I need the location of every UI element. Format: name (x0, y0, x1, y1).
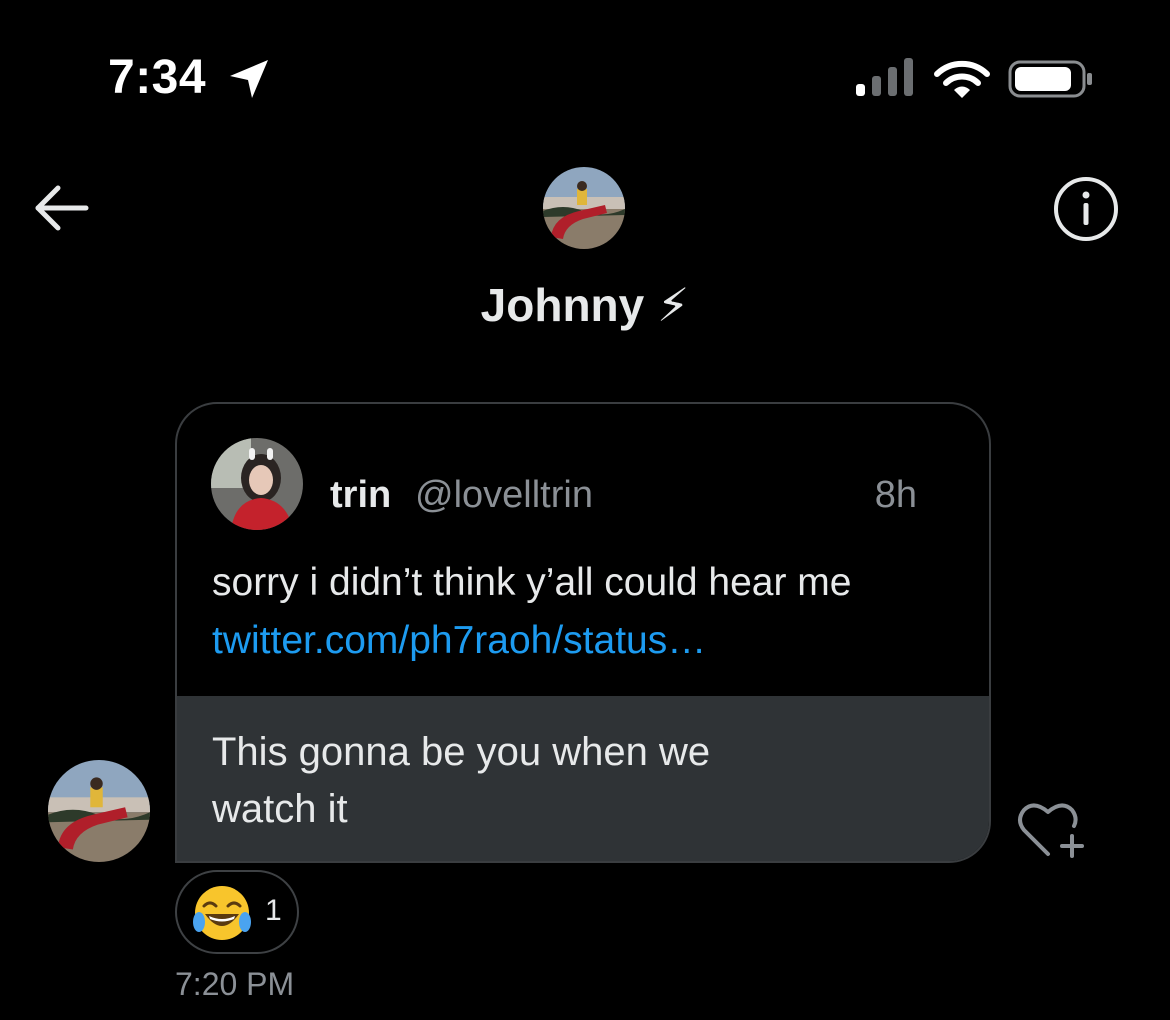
reaction-count: 1 (265, 894, 282, 927)
quoted-tweet-link[interactable]: twitter.com/ph7raoh/status… (212, 619, 706, 662)
quoted-tweet-time: 8h (874, 474, 917, 516)
wifi-icon (934, 60, 990, 98)
profile-photo (211, 438, 303, 530)
reaction-pill[interactable]: 1 (175, 870, 299, 954)
laughing-tears-emoji-icon (193, 886, 251, 940)
quoted-tweet-text-block: sorry i didn’t think y’all could hear me… (212, 554, 952, 670)
conversation-title: Johnny ⚡ (480, 279, 690, 331)
battery-icon (1008, 60, 1092, 98)
status-bar-time: 7:34 (108, 51, 207, 104)
add-reaction-button[interactable] (1014, 796, 1094, 862)
arrow-left-icon (35, 185, 89, 231)
profile-photo (543, 167, 625, 249)
sender-avatar[interactable] (48, 760, 150, 862)
info-button[interactable] (1052, 175, 1120, 243)
conversation-avatar[interactable] (543, 167, 625, 249)
message-bubble[interactable]: trin @lovelltrin 8h sorry i didn’t think… (175, 402, 991, 863)
quoted-tweet-avatar (211, 438, 303, 530)
quoted-tweet-author-name: trin (330, 474, 392, 516)
back-button[interactable] (30, 182, 94, 234)
location-arrow-icon (230, 60, 268, 98)
message-text-area: This gonna be you when we watch it (177, 696, 989, 861)
quoted-tweet-handle: @lovelltrin (415, 474, 593, 516)
heart-plus-icon (1018, 803, 1084, 858)
message-text: This gonna be you when we watch it (212, 730, 711, 831)
quoted-tweet-card[interactable]: trin @lovelltrin 8h sorry i didn’t think… (177, 404, 989, 696)
info-circle-icon (1054, 177, 1118, 241)
quoted-tweet-text: sorry i didn’t think y’all could hear me (212, 561, 852, 604)
message-timestamp: 7:20 PM (175, 966, 295, 1002)
signal-icon (856, 58, 913, 96)
profile-photo (48, 760, 150, 862)
